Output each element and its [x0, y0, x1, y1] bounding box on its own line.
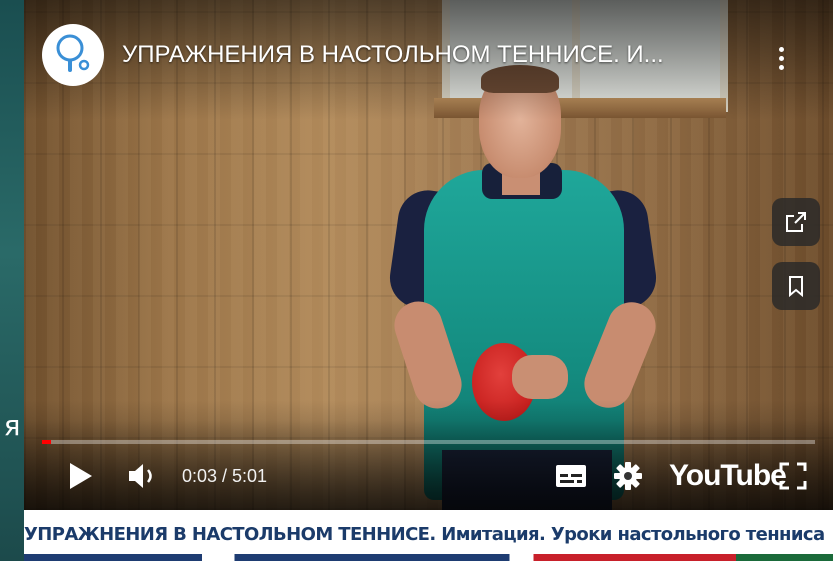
progress-bar[interactable]: [42, 440, 815, 444]
volume-icon: [129, 464, 152, 488]
video-player[interactable]: УПРАЖНЕНИЯ В НАСТОЛЬНОМ ТЕННИСЕ. И... 0:…: [24, 0, 833, 510]
bookmark-icon: [789, 276, 803, 298]
video-title[interactable]: УПРАЖНЕНИЯ В НАСТОЛЬНОМ ТЕННИСЕ. И...: [122, 40, 762, 70]
share-icon: [786, 212, 806, 232]
subtitles-button[interactable]: [552, 456, 590, 496]
slide-partial-text: я: [3, 409, 21, 442]
settings-button[interactable]: [610, 456, 646, 496]
more-options-icon[interactable]: [774, 44, 788, 74]
subtitles-icon: [556, 465, 586, 487]
gear-icon: [614, 462, 642, 490]
progress-played: [42, 440, 51, 444]
slide-background: [0, 0, 24, 561]
caption-text: УПРАЖНЕНИЯ В НАСТОЛЬНОМ ТЕННИСЕ. Имитаци…: [24, 524, 825, 545]
fullscreen-button[interactable]: [776, 456, 810, 496]
time-display: 0:03 / 5:01: [182, 466, 268, 486]
ping-pong-paddle-icon: [56, 34, 90, 72]
play-button[interactable]: [64, 456, 98, 496]
channel-avatar[interactable]: [42, 24, 104, 86]
fullscreen-icon: [779, 462, 807, 490]
play-icon: [70, 463, 92, 489]
caption-bar: УПРАЖНЕНИЯ В НАСТОЛЬНОМ ТЕННИСЕ. Имитаци…: [24, 510, 833, 561]
caption-banner-strip: [24, 554, 833, 561]
save-button[interactable]: [772, 262, 820, 310]
volume-button[interactable]: [124, 456, 160, 496]
youtube-logo[interactable]: YouTube: [669, 456, 787, 496]
share-button[interactable]: [772, 198, 820, 246]
